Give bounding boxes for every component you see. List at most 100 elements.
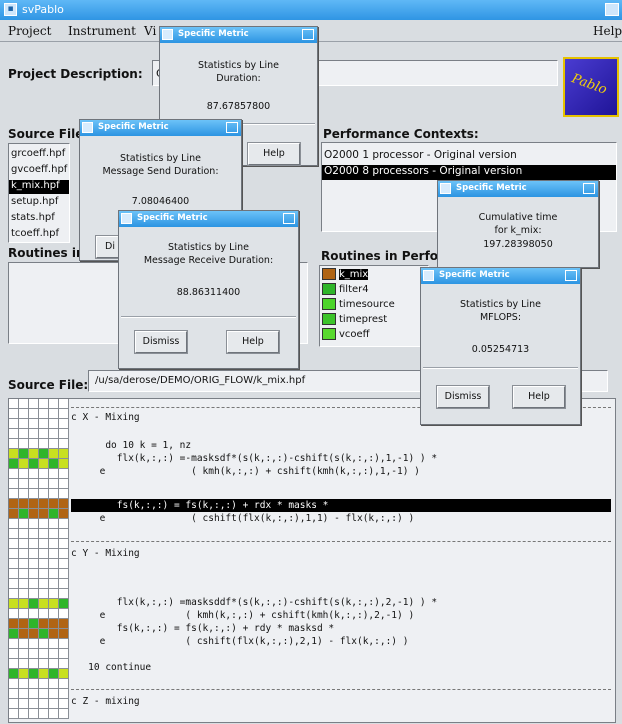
dialog-titlebar[interactable]: Specific Metric (119, 211, 298, 227)
maximize-icon[interactable] (605, 3, 619, 16)
menu-help[interactable]: Help (593, 24, 622, 38)
code-line[interactable]: flx(k,:,:) =-masksdf*(s(k,:,:)-cshift(s(… (71, 452, 611, 465)
heat-cell (19, 639, 29, 649)
heat-row (9, 609, 69, 619)
heat-cell (9, 499, 19, 509)
heat-cell (49, 519, 59, 529)
heat-cell (19, 529, 29, 539)
heat-cell (19, 539, 29, 549)
help-button[interactable]: Help (247, 142, 301, 166)
heat-cell (29, 579, 39, 589)
heat-cell (49, 469, 59, 479)
heat-cell (29, 599, 39, 609)
heat-cell (39, 469, 49, 479)
code-line[interactable]: do 10 k = 1, nz (71, 439, 611, 452)
heat-cell (59, 419, 69, 429)
heat-cell (9, 549, 19, 559)
app-menu-icon[interactable]: ▪ (4, 3, 17, 16)
dialog-menu-icon[interactable] (440, 183, 451, 194)
code-pane[interactable]: c X - Mixing do 10 k = 1, nz flx(k,:,:) … (71, 399, 615, 724)
dialog-titlebar[interactable]: Specific Metric (80, 120, 241, 136)
help-button[interactable]: Help (226, 330, 280, 354)
specific-metric-dialog[interactable]: Specific Metric Cumulative time for k_mi… (437, 180, 599, 268)
heat-cell (29, 669, 39, 679)
heat-row (9, 419, 69, 429)
heat-cell (19, 399, 29, 409)
heat-cell (39, 409, 49, 419)
close-icon[interactable] (283, 213, 295, 224)
menu-view[interactable]: Vi (144, 24, 156, 38)
list-item[interactable]: timesource (322, 298, 395, 312)
code-line[interactable]: e ( cshift(flx(k,:,:),1,1) - flx(k,:,:) … (71, 512, 611, 525)
dialog-menu-icon[interactable] (162, 29, 173, 40)
list-item[interactable]: O2000 1 processor - Original version (324, 149, 517, 164)
source-code-view[interactable]: c X - Mixing do 10 k = 1, nz flx(k,:,:) … (8, 398, 616, 723)
source-files-list[interactable]: grcoeff.hpf gvcoeff.hpf k_mix.hpf setup.… (8, 143, 70, 243)
routines-label: Routines in (8, 246, 85, 260)
heat-cell (29, 519, 39, 529)
specific-metric-dialog[interactable]: Specific Metric Statistics by Line MFLOP… (420, 267, 581, 425)
code-line[interactable]: c Z - mixing (71, 695, 611, 708)
heat-cell (49, 669, 59, 679)
heat-row (9, 689, 69, 699)
heat-cell (49, 639, 59, 649)
heat-cell (39, 479, 49, 489)
dialog-menu-icon[interactable] (423, 270, 434, 281)
code-line[interactable]: e ( cshift(flx(k,:,:),2,1) - flx(k,:,:) … (71, 635, 611, 648)
heat-cell (9, 559, 19, 569)
heat-cell (9, 439, 19, 449)
dismiss-button[interactable]: Dismiss (134, 330, 188, 354)
code-line[interactable]: e ( kmh(k,:,:) + cshift(kmh(k,:,:),1,-1)… (71, 465, 611, 478)
dismiss-button[interactable]: Dismiss (436, 385, 490, 409)
list-item[interactable]: tcoeff.hpf (11, 228, 59, 242)
close-icon[interactable] (583, 183, 595, 194)
close-icon[interactable] (565, 270, 577, 281)
list-item-selected[interactable]: O2000 8 processors - Original version (322, 165, 616, 180)
specific-metric-dialog[interactable]: Specific Metric Statistics by Line Messa… (118, 210, 299, 369)
close-icon[interactable] (226, 122, 238, 133)
heat-cell (9, 709, 19, 719)
code-line[interactable]: 10 continue (71, 661, 611, 674)
heat-cell (19, 509, 29, 519)
heat-row (9, 639, 69, 649)
heat-cell (19, 599, 29, 609)
dialog-menu-icon[interactable] (121, 213, 132, 224)
list-item[interactable]: setup.hpf (11, 196, 58, 210)
heat-row (9, 579, 69, 589)
heat-cell (39, 599, 49, 609)
code-line[interactable]: c Y - Mixing (71, 547, 611, 560)
routines-in-performance-list[interactable]: k_mix filter4 timesource timeprest vcoef… (319, 265, 429, 347)
list-item[interactable]: vcoeff (322, 328, 370, 342)
close-icon[interactable] (302, 29, 314, 40)
dialog-title: Specific Metric (98, 122, 169, 132)
list-item[interactable]: gvcoeff.hpf (11, 164, 67, 178)
dialog-title: Specific Metric (439, 270, 510, 280)
heat-cell (59, 699, 69, 709)
code-line[interactable]: fs(k,:,:) = fs(k,:,:) + rdy * masksd * (71, 622, 611, 635)
menu-instrument[interactable]: Instrument (68, 24, 136, 38)
menu-project[interactable]: Project (8, 24, 51, 38)
window-titlebar[interactable]: ▪ svPablo (0, 0, 622, 20)
code-line-selected[interactable]: fs(k,:,:) = fs(k,:,:) + rdx * masks * (71, 499, 611, 512)
dialog-titlebar[interactable]: Specific Metric (438, 181, 598, 197)
list-item[interactable]: stats.hpf (11, 212, 55, 226)
list-item[interactable]: timeprest (322, 313, 387, 327)
heat-cell (49, 539, 59, 549)
list-item-selected[interactable]: k_mix.hpf (9, 180, 69, 194)
dialog-titlebar[interactable]: Specific Metric (421, 268, 580, 284)
heat-cell (39, 629, 49, 639)
help-button[interactable]: Help (512, 385, 566, 409)
code-line[interactable]: flx(k,:,:) =masksddf*(s(k,:,:)-cshift(s(… (71, 596, 611, 609)
heat-cell (29, 449, 39, 459)
heat-cell (59, 709, 69, 719)
heat-cell (29, 569, 39, 579)
list-item-selected[interactable]: k_mix (322, 268, 369, 282)
heat-cell (39, 569, 49, 579)
heat-cell (59, 659, 69, 669)
list-item[interactable]: filter4 (322, 283, 369, 297)
dialog-menu-icon[interactable] (82, 122, 93, 133)
dialog-titlebar[interactable]: Specific Metric (160, 27, 317, 43)
code-line[interactable]: e ( kmh(k,:,:) + cshift(kmh(k,:,:),2,-1)… (71, 609, 611, 622)
dialog-message: Message Send Duration: (102, 166, 219, 177)
list-item[interactable]: grcoeff.hpf (11, 148, 65, 162)
